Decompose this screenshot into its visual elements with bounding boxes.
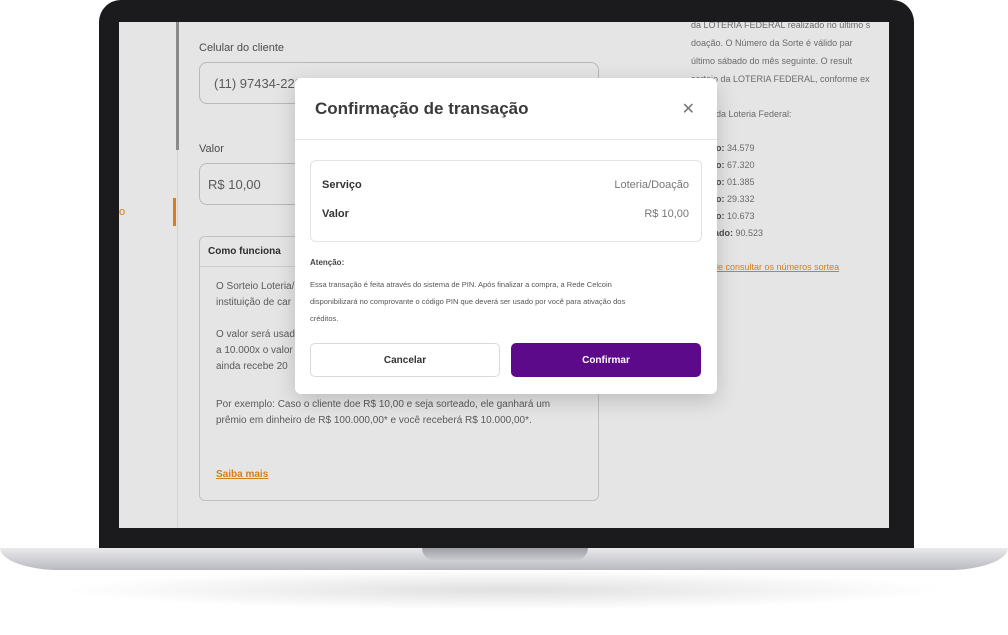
laptop-notch: [422, 548, 588, 560]
attention-label: Atenção:: [310, 258, 345, 267]
transaction-summary: Serviço Loteria/Doação Valor R$ 10,00: [310, 160, 702, 242]
attention-line-2: disponibilizará no comprovante o código …: [310, 297, 626, 306]
attention-line-3: créditos.: [310, 314, 339, 323]
laptop-shadow: [60, 570, 948, 610]
modal-title: Confirmação de transação: [315, 98, 529, 118]
modal-header: Confirmação de transação ✕: [295, 78, 717, 140]
service-value: Loteria/Doação: [614, 179, 689, 191]
cancel-button[interactable]: Cancelar: [310, 343, 500, 377]
attention-text: Essa transação é feita através do sistem…: [310, 276, 705, 327]
amount-value: R$ 10,00: [644, 208, 689, 220]
confirm-button[interactable]: Confirmar: [511, 343, 701, 377]
service-label: Serviço: [322, 179, 362, 191]
amount-label: Valor: [322, 208, 349, 220]
attention-line-1: Essa transação é feita através do sistem…: [310, 280, 612, 289]
summary-row-service: Serviço Loteria/Doação: [322, 179, 689, 191]
summary-row-amount: Valor R$ 10,00: [322, 208, 689, 220]
close-icon[interactable]: ✕: [682, 99, 695, 119]
confirm-transaction-modal: Confirmação de transação ✕ Serviço Loter…: [295, 78, 717, 394]
